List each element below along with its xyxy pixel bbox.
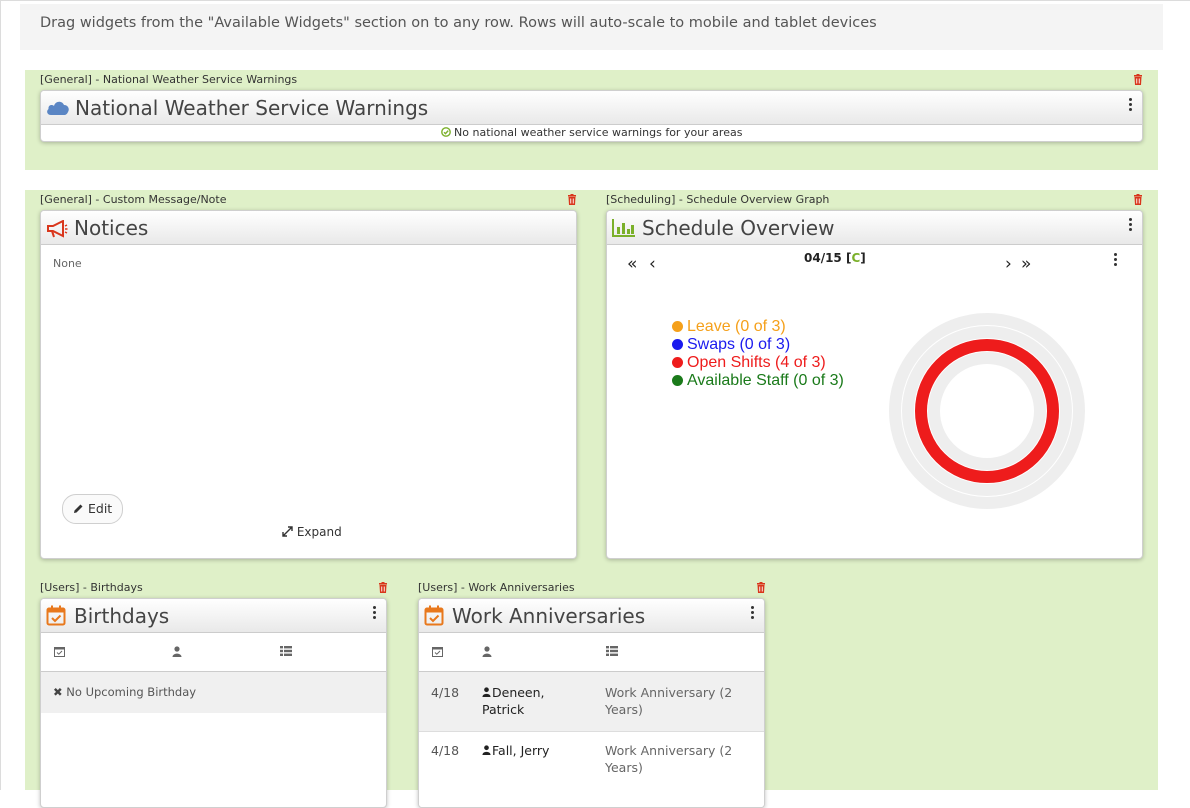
top-border [0,0,1190,1]
schedule-menu-icon[interactable] [1129,218,1133,233]
notices-widget-label: [General] - Custom Message/Note [40,193,227,206]
trash-icon[interactable] [1132,194,1144,206]
radial-track [928,352,1046,470]
table-row[interactable]: 4/18 Deneen, Patrick Work Anniversary (2… [419,672,764,731]
anniversary-event-line2: Years) [605,760,643,775]
anniversary-name: Deneen, Patrick [482,684,545,718]
list-column-icon[interactable] [280,646,292,656]
nws-widget: National Weather Service Warnings No nat… [40,90,1143,142]
anniversaries-widget-title: Work Anniversaries [452,604,646,628]
anniversary-event-line2: Years) [605,702,643,717]
birthdays-empty: ✖ No Upcoming Birthday [53,685,196,699]
bar-chart-icon [612,219,635,237]
birthdays-widget-title: Birthdays [74,604,170,628]
legend-leave: Leave (0 of 3) [672,318,786,336]
nws-menu-icon[interactable] [1129,98,1133,113]
next-icon[interactable]: › [1005,254,1012,274]
schedule-radial-chart [889,313,1085,509]
legend-available-staff: Available Staff (0 of 3) [672,372,844,390]
anniversary-name-line1: Deneen, [492,685,545,700]
notices-widget-title: Notices [74,216,149,240]
check-circle-icon [440,127,451,137]
schedule-date: 04/15 [C] [804,251,866,265]
schedule-date-close: ] [860,251,866,265]
anniversary-name: Fall, Jerry [482,742,549,759]
anniversary-date: 4/18 [431,743,460,758]
legend-open-shifts: Open Shifts (4 of 3) [672,354,826,372]
trash-icon[interactable] [755,582,767,594]
anniversary-event-line1: Work Anniversary (2 [605,743,733,758]
legend-available-staff-label: Available Staff (0 of 3) [687,372,844,389]
anniversary-event: Work Anniversary (2 Years) [605,684,732,718]
radial-bar-open-shifts[interactable] [915,339,1059,483]
trash-icon[interactable] [377,582,389,594]
user-icon [482,684,492,701]
legend-leave-label: Leave (0 of 3) [687,318,786,335]
previous-icon[interactable]: ‹ [649,254,656,274]
table-row[interactable]: 4/18 Fall, Jerry Work Anniversary (2 Yea… [419,732,764,807]
nws-widget-title: National Weather Service Warnings [75,96,429,120]
user-icon [482,742,492,759]
chart-menu-icon[interactable] [1114,253,1118,268]
birthdays-empty-text: No Upcoming Birthday [66,685,197,699]
first-page-icon[interactable]: « [627,254,637,274]
schedule-widget-title: Schedule Overview [642,216,835,240]
anniversaries-menu-icon[interactable] [751,606,755,621]
bullhorn-icon [47,220,68,238]
legend-open-shifts-label: Open Shifts (4 of 3) [687,354,826,371]
trash-icon[interactable] [1132,74,1144,86]
pencil-icon [74,504,83,513]
anniversaries-widget: Work Anniversaries 4/18 Deneen, Patrick … [418,598,765,808]
date-column-icon[interactable] [54,646,65,657]
legend-dot-available-staff [672,375,683,386]
anniversary-event: Work Anniversary (2 Years) [605,742,732,776]
anniversaries-widget-label: [Users] - Work Anniversaries [418,581,575,594]
birthdays-widget: Birthdays ✖ No Upcoming Birthday [40,598,387,808]
birthdays-empty-row: ✖ No Upcoming Birthday [41,672,386,713]
notices-body: None [53,257,82,270]
legend-swaps: Swaps (0 of 3) [672,336,790,354]
calendar-check-icon [424,605,444,626]
birthdays-widget-label: [Users] - Birthdays [40,581,143,594]
expand-link[interactable]: Expand [282,525,342,539]
schedule-date-text: 04/15 [804,251,842,265]
edit-label: Edit [87,501,113,516]
expand-icon [282,526,293,537]
legend-swaps-label: Swaps (0 of 3) [687,336,791,353]
nws-widget-label: [General] - National Weather Service War… [40,73,298,86]
anniversary-date: 4/18 [431,685,460,700]
anniversary-event-line1: Work Anniversary (2 [605,685,733,700]
anniversary-name-line1: Fall, Jerry [492,743,550,758]
birthdays-menu-icon[interactable] [373,606,377,621]
last-page-icon[interactable]: » [1021,254,1031,274]
trash-icon[interactable] [566,194,578,206]
expand-label: Expand [296,525,342,539]
user-column-icon[interactable] [172,646,182,657]
nws-status: No national weather service warnings for… [41,126,1142,139]
user-column-icon[interactable] [482,646,492,657]
nws-status-text: No national weather service warnings for… [454,126,743,139]
legend-dot-leave [672,321,683,332]
notices-widget: Notices None Edit Expand [40,210,577,559]
cloud-icon [47,101,69,115]
list-column-icon[interactable] [606,646,618,656]
date-column-icon[interactable] [432,646,443,657]
schedule-date-code[interactable]: C [851,251,860,265]
schedule-widget-label: [Scheduling] - Schedule Overview Graph [606,193,830,206]
x-icon: ✖ [53,685,63,699]
instructions-banner: Drag widgets from the "Available Widgets… [20,4,1163,50]
legend-dot-open-shifts [672,357,683,368]
left-border [0,0,1,790]
legend-dot-swaps [672,339,683,350]
calendar-check-icon [46,605,66,626]
edit-button[interactable]: Edit [62,494,124,524]
anniversary-name-line2: Patrick [482,702,525,717]
